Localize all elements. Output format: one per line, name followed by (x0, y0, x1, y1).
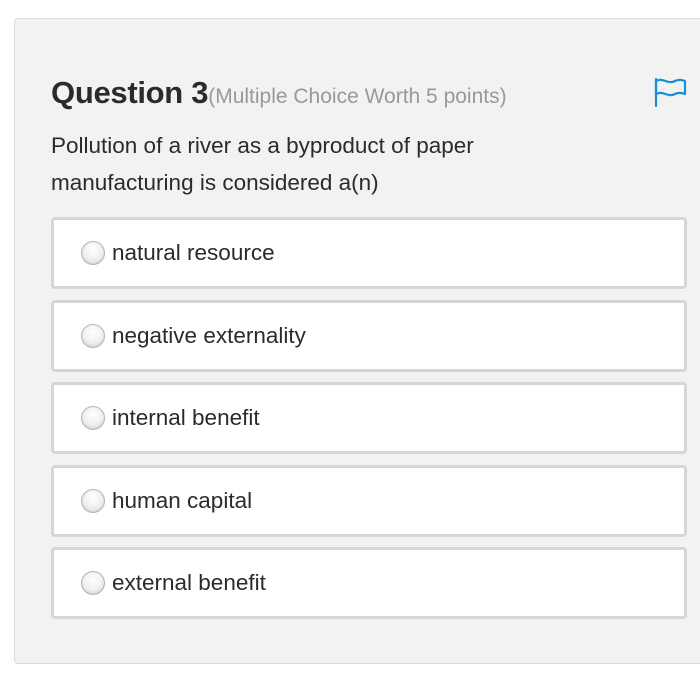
answer-option-label: human capital (112, 487, 253, 513)
answer-option-label: external benefit (112, 570, 266, 595)
answer-option[interactable]: internal benefit (51, 382, 687, 454)
radio-button[interactable] (81, 241, 105, 265)
question-title: Question 3 (51, 75, 209, 110)
answer-option[interactable]: negative externality (51, 299, 687, 372)
question-header: Question 3 (Multiple Choice Worth 5 poin… (51, 75, 507, 111)
radio-button[interactable] (81, 323, 105, 348)
answer-option[interactable]: natural resource (51, 217, 687, 289)
answer-options: natural resource negative externality in… (51, 217, 687, 630)
question-prompt: Pollution of a river as a byproduct of p… (51, 133, 474, 195)
answer-option-label: internal benefit (112, 405, 260, 430)
question-card: Question 3 (Multiple Choice Worth 5 poin… (14, 18, 700, 664)
question-meta: (Multiple Choice Worth 5 points) (208, 85, 507, 108)
answer-option[interactable]: external benefit (51, 547, 687, 619)
flag-icon[interactable] (653, 77, 687, 108)
answer-option-label: natural resource (112, 240, 275, 265)
radio-button[interactable] (81, 571, 105, 595)
radio-button[interactable] (81, 488, 105, 513)
radio-button[interactable] (81, 406, 105, 430)
answer-option[interactable]: human capital (51, 464, 687, 537)
answer-option-label: negative externality (112, 322, 306, 348)
